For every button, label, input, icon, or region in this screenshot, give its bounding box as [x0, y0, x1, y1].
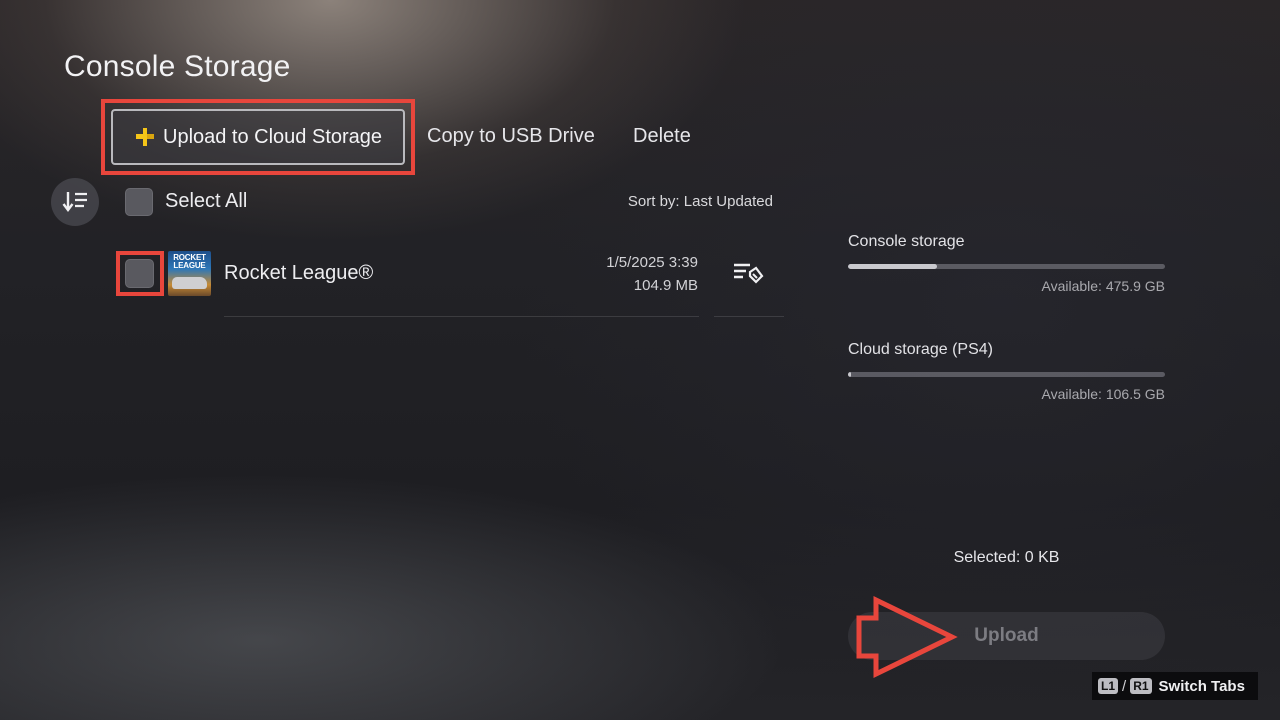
page-title: Console Storage [64, 50, 291, 83]
select-all-checkbox[interactable] [125, 188, 153, 216]
game-size: 104.9 MB [633, 277, 698, 294]
cloud-storage-available: Available: 106.5 GB [1041, 386, 1166, 402]
console-storage-bar [848, 264, 1165, 269]
ps-plus-icon [136, 128, 154, 146]
tab-upload-label: Upload to Cloud Storage [163, 125, 383, 148]
game-last-updated: 1/5/2025 3:39 [606, 254, 698, 271]
cloud-storage-label: Cloud storage (PS4) [848, 341, 993, 358]
car-graphic [172, 277, 207, 289]
options-button[interactable] [728, 256, 768, 290]
console-storage-bar-fill [848, 264, 937, 269]
cloud-storage-bar [848, 372, 1165, 377]
game-title[interactable]: Rocket League® [224, 262, 373, 285]
console-storage-available: Available: 475.9 GB [1041, 278, 1166, 294]
list-options-icon [734, 263, 764, 284]
l1-key-badge: L1 [1098, 678, 1119, 694]
sort-button[interactable] [51, 178, 99, 226]
game-row-checkbox[interactable] [125, 259, 154, 288]
tab-delete[interactable]: Delete [633, 125, 691, 148]
hint-slash: / [1122, 677, 1127, 695]
tab-copy-to-usb-drive[interactable]: Copy to USB Drive [427, 125, 595, 148]
annotation-arrow-icon [856, 596, 958, 678]
switch-tabs-label: Switch Tabs [1158, 677, 1245, 695]
row-divider [224, 316, 699, 317]
game-thumbnail: ROCKET LEAGUE [168, 251, 211, 296]
select-all-label[interactable]: Select All [165, 190, 247, 213]
game-thumbnail-logo: ROCKET LEAGUE [173, 253, 206, 270]
cloud-storage-bar-fill [848, 372, 852, 377]
row-divider-options [714, 316, 784, 317]
selected-size: Selected: 0 KB [953, 549, 1060, 566]
console-storage-label: Console storage [848, 233, 965, 250]
sort-by-label[interactable]: Sort by: Last Updated [560, 193, 773, 210]
tab-upload-to-cloud-storage[interactable]: Upload to Cloud Storage [111, 109, 405, 165]
switch-tabs-hint: L1 / R1 Switch Tabs [1092, 672, 1258, 700]
sort-icon [62, 192, 87, 212]
upload-button-label: Upload [974, 625, 1039, 646]
r1-key-badge: R1 [1130, 678, 1152, 694]
